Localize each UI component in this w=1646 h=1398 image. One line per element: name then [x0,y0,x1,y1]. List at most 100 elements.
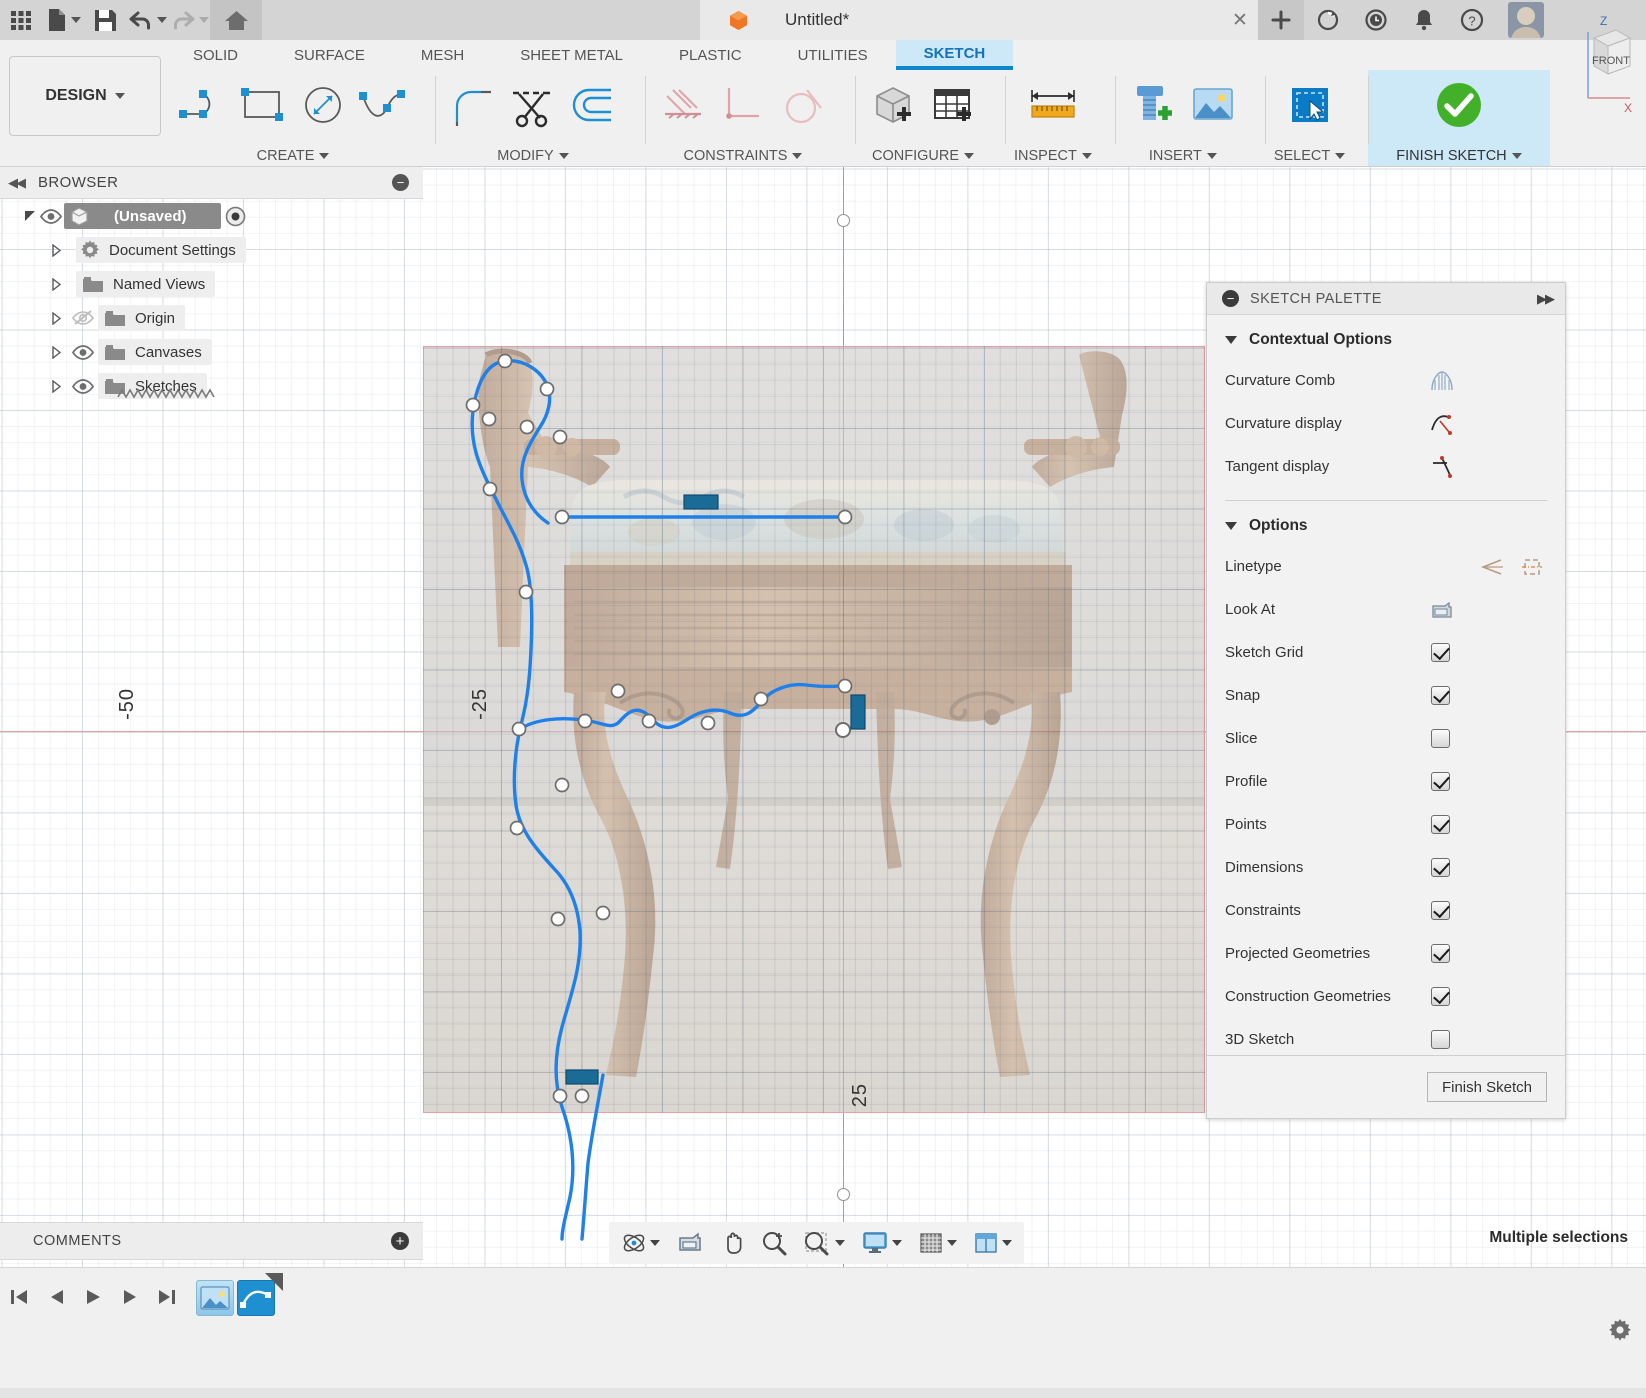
configure-table-icon[interactable] [924,76,982,134]
timeline-item-sketch[interactable] [237,1280,275,1316]
configure-component-icon[interactable] [864,76,922,134]
zoom-window-icon[interactable] [798,1225,849,1261]
look-at-icon[interactable] [1429,597,1455,623]
panel-inspect-label[interactable]: INSPECT [1014,148,1092,164]
modify-trim-scissors-icon[interactable] [504,76,562,134]
row-construction-geometries[interactable]: Construction Geometries [1207,975,1565,1018]
viewports-caret-icon[interactable] [1002,1240,1012,1246]
snap-checkbox[interactable] [1431,686,1450,705]
constraint-perpendicular-icon[interactable] [714,76,772,134]
row-constraints[interactable]: Constraints [1207,889,1565,932]
modify-fillet-icon[interactable] [444,76,502,134]
grid-apps-icon[interactable] [0,0,42,40]
panel-insert-label[interactable]: INSERT [1149,148,1217,164]
workspace-switcher-button[interactable]: DESIGN [9,56,161,136]
help-icon[interactable]: ? [1448,0,1496,40]
browser-item-unsaved[interactable]: (Unsaved) [64,203,221,229]
pan-hand-icon[interactable] [716,1225,750,1261]
curvature-comb-icon[interactable] [1429,368,1455,394]
curvature-display-icon[interactable] [1429,411,1455,437]
display-settings-icon[interactable] [857,1225,906,1261]
create-line-icon[interactable] [174,76,232,134]
row-linetype[interactable]: Linetype [1207,545,1565,588]
modify-offset-icon[interactable] [564,76,622,134]
row-profile[interactable]: Profile [1207,760,1565,803]
browser-item-origin[interactable]: Origin [98,305,185,331]
row-dimensions[interactable]: Dimensions [1207,846,1565,889]
section-options-header[interactable]: Options [1207,513,1565,545]
palette-expand-icon[interactable]: ▶▶ [1537,291,1553,307]
slice-checkbox[interactable] [1431,729,1450,748]
profile-checkbox[interactable] [1431,772,1450,791]
tab-plastic[interactable]: PLASTIC [651,40,770,70]
create-spline-icon[interactable] [354,76,412,134]
undo-caret-icon[interactable] [157,17,167,23]
skip-to-end-icon[interactable] [154,1284,180,1310]
grid-snap-caret-icon[interactable] [947,1240,957,1246]
points-checkbox[interactable] [1431,815,1450,834]
notification-bell-icon[interactable] [1400,0,1448,40]
panel-constraints-label[interactable]: CONSTRAINTS [684,148,803,164]
row-curvature-display[interactable]: Curvature display [1207,402,1565,445]
select-tool-icon[interactable] [1281,76,1339,134]
panel-configure-label[interactable]: CONFIGURE [872,148,974,164]
expand-twisty-icon[interactable] [48,344,64,360]
grid-snap-icon[interactable] [914,1225,961,1261]
construction-geometries-checkbox[interactable] [1431,987,1450,1006]
tab-solid[interactable]: SOLID [165,40,266,70]
sketch-palette[interactable]: − SKETCH PALETTE ▶▶ Contextual Options C… [1206,282,1566,1119]
new-file-caret-icon[interactable] [71,17,81,23]
panel-create-label[interactable]: CREATE [257,148,330,164]
display-settings-caret-icon[interactable] [892,1240,902,1246]
new-tab-button[interactable] [1258,0,1304,40]
origin-handle-bottom[interactable] [837,1188,850,1201]
create-circle-icon[interactable] [294,76,352,134]
constraint-tangent-icon[interactable] [774,76,832,134]
new-file-icon[interactable] [42,0,84,40]
expand-twisty-icon[interactable] [48,276,64,292]
origin-handle-top[interactable] [837,214,850,227]
browser-row-unsaved[interactable]: (Unsaved) [0,199,423,233]
refresh-icon[interactable] [1304,0,1352,40]
browser-row-origin[interactable]: Origin [0,301,423,335]
palette-minimize-icon[interactable]: − [1222,290,1239,307]
expand-twisty-icon[interactable] [48,378,64,394]
tangent-display-icon[interactable] [1429,454,1455,480]
browser-collapse-icon[interactable]: ◀◀ [8,175,24,191]
add-comment-button[interactable]: + [391,1232,409,1250]
tab-surface[interactable]: SURFACE [266,40,393,70]
sketch-grid-checkbox[interactable] [1431,643,1450,662]
dimensions-checkbox[interactable] [1431,858,1450,877]
viewports-icon[interactable] [969,1225,1016,1261]
tab-utilities[interactable]: UTILITIES [770,40,896,70]
browser-row-document-settings[interactable]: Document Settings [0,233,423,267]
tab-sketch[interactable]: SKETCH [896,40,1014,70]
browser-item-document-settings[interactable]: Document Settings [76,237,246,263]
comments-panel[interactable]: COMMENTS + [0,1222,423,1260]
gear-icon[interactable] [1608,1318,1634,1344]
browser-item-named-views[interactable]: Named Views [76,271,215,297]
visibility-eye-icon[interactable] [38,204,64,228]
activate-component-radio[interactable] [225,205,247,227]
look-at-icon[interactable] [672,1225,708,1261]
browser-minimize-icon[interactable]: − [392,174,409,191]
constraint-fix-icon[interactable] [654,76,712,134]
browser-item-canvases[interactable]: Canvases [98,339,212,365]
3d-sketch-checkbox[interactable] [1431,1030,1450,1049]
create-rectangle-icon[interactable] [234,76,292,134]
linetype-normal-icon[interactable] [1479,554,1505,580]
expand-twisty-icon[interactable] [22,208,38,224]
row-sketch-grid[interactable]: Sketch Grid [1207,631,1565,674]
panel-modify-label[interactable]: MODIFY [497,148,568,164]
zoom-in-icon[interactable] [756,1225,792,1261]
visibility-eye-icon[interactable] [70,340,96,364]
row-slice[interactable]: Slice [1207,717,1565,760]
browser-row-named-views[interactable]: Named Views [0,267,423,301]
home-icon[interactable] [210,0,262,40]
document-tab[interactable]: Untitled* [700,0,1275,40]
row-projected-geometries[interactable]: Projected Geometries [1207,932,1565,975]
panel-finish-sketch-label[interactable]: FINISH SKETCH [1396,148,1521,164]
tab-mesh[interactable]: MESH [393,40,492,70]
finish-sketch-button[interactable]: Finish Sketch [1427,1072,1547,1102]
browser-row-canvases[interactable]: Canvases [0,335,423,369]
